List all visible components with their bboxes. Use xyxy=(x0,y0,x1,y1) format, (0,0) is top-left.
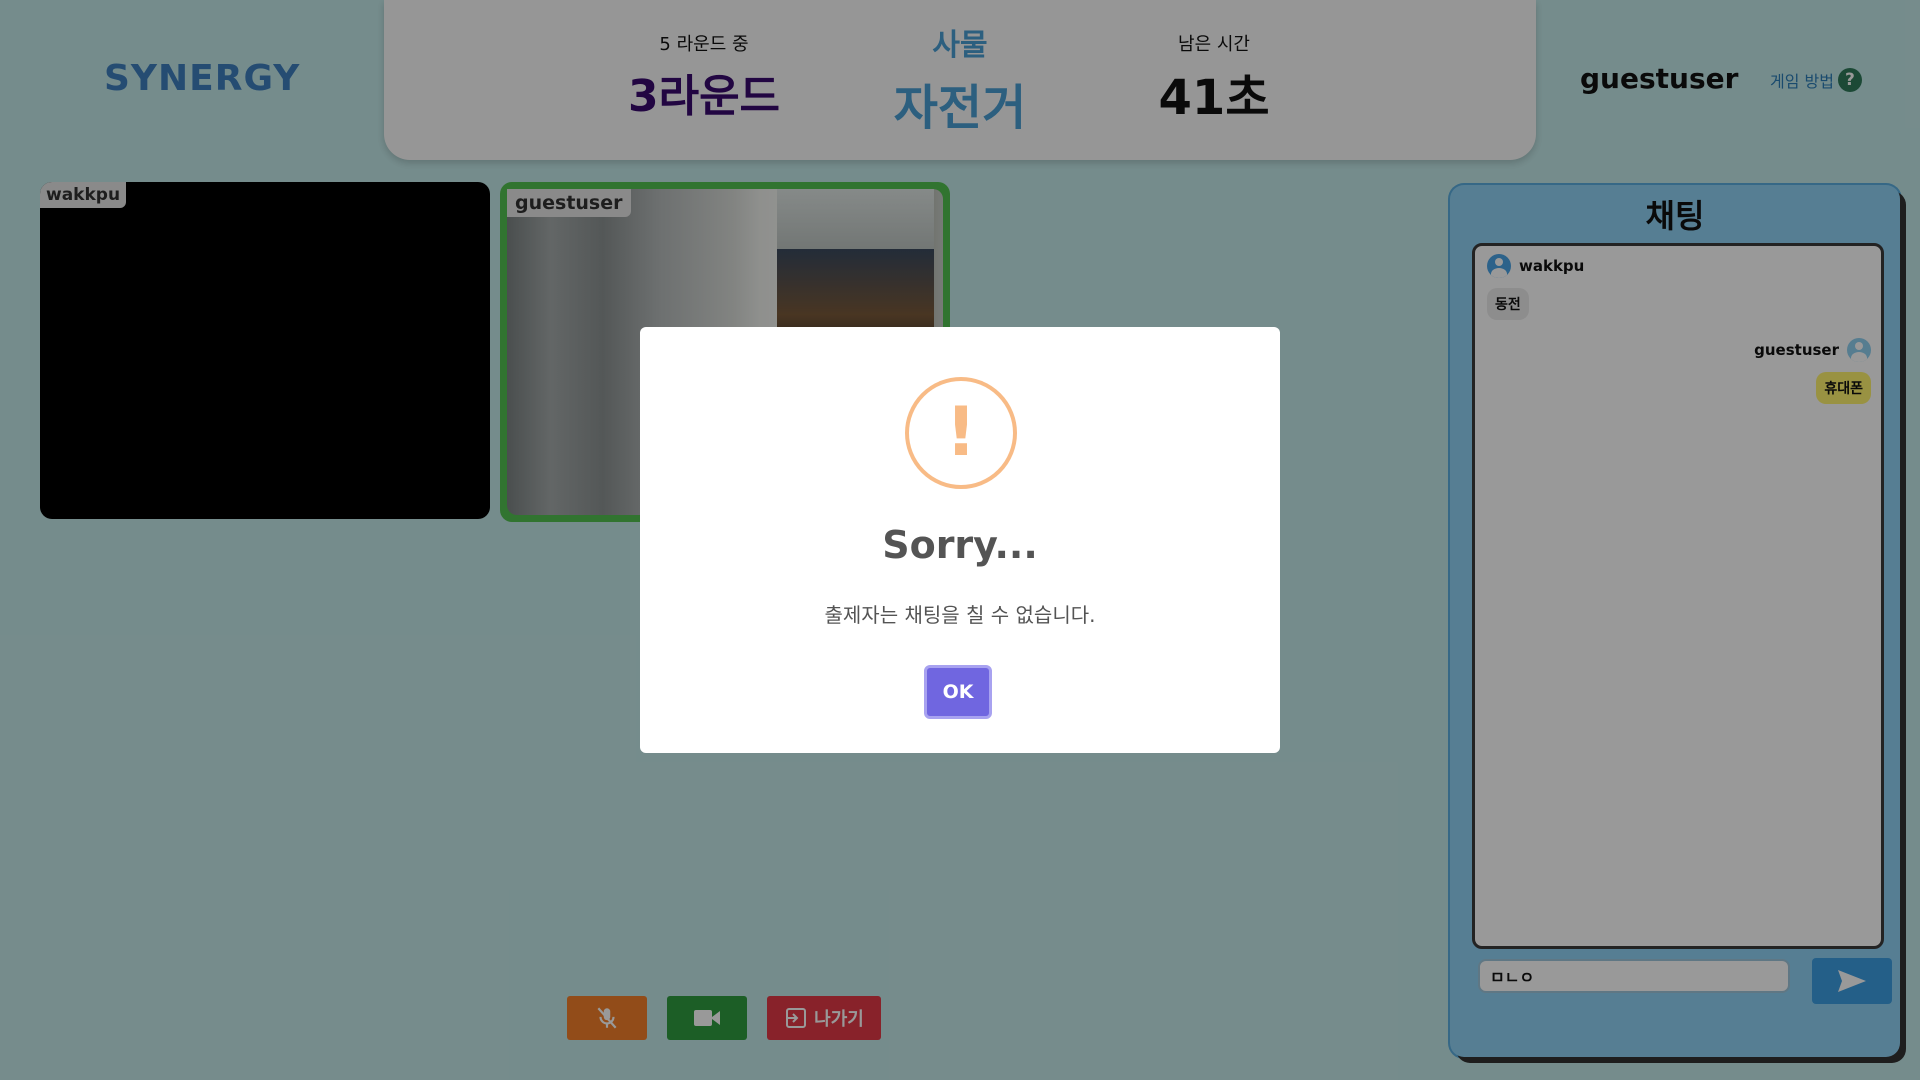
ok-button[interactable]: OK xyxy=(924,665,992,719)
warning-icon: ! xyxy=(905,377,1017,489)
alert-dialog: ! Sorry... 출제자는 채팅을 칠 수 없습니다. OK xyxy=(640,327,1280,753)
alert-title: Sorry... xyxy=(882,523,1038,567)
game-page: SYNERGY 5 라운드 중 3라운드 사물 자전거 남은 시간 41초 gu… xyxy=(0,0,1920,1080)
alert-message: 출제자는 채팅을 칠 수 없습니다. xyxy=(824,603,1096,627)
